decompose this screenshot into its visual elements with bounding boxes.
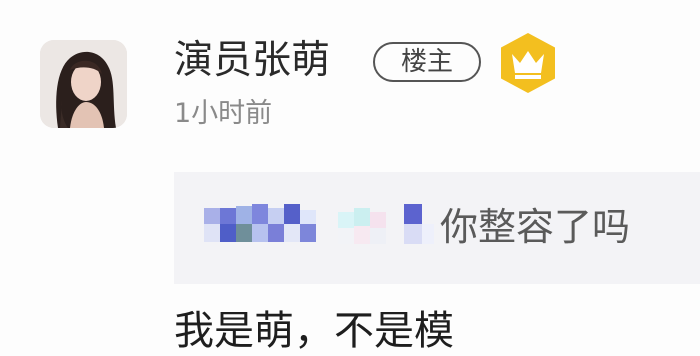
quoted-comment-text: 你整容了吗 [440, 205, 631, 249]
avatar[interactable] [40, 40, 127, 128]
obscured-username-mosaic [198, 200, 434, 252]
avatar-photo [40, 40, 127, 128]
comment-post: 演员张萌 楼主 1小时前 你整容了吗 我是萌，不是模 [0, 0, 700, 354]
post-timestamp: 1小时前 [174, 98, 273, 129]
crown-icon [498, 32, 558, 94]
quoted-comment[interactable]: 你整容了吗 [174, 172, 700, 284]
author-name[interactable]: 演员张萌 [174, 36, 330, 86]
reply-text: 我是萌，不是模 [174, 308, 454, 354]
thread-owner-badge: 楼主 [373, 42, 481, 82]
